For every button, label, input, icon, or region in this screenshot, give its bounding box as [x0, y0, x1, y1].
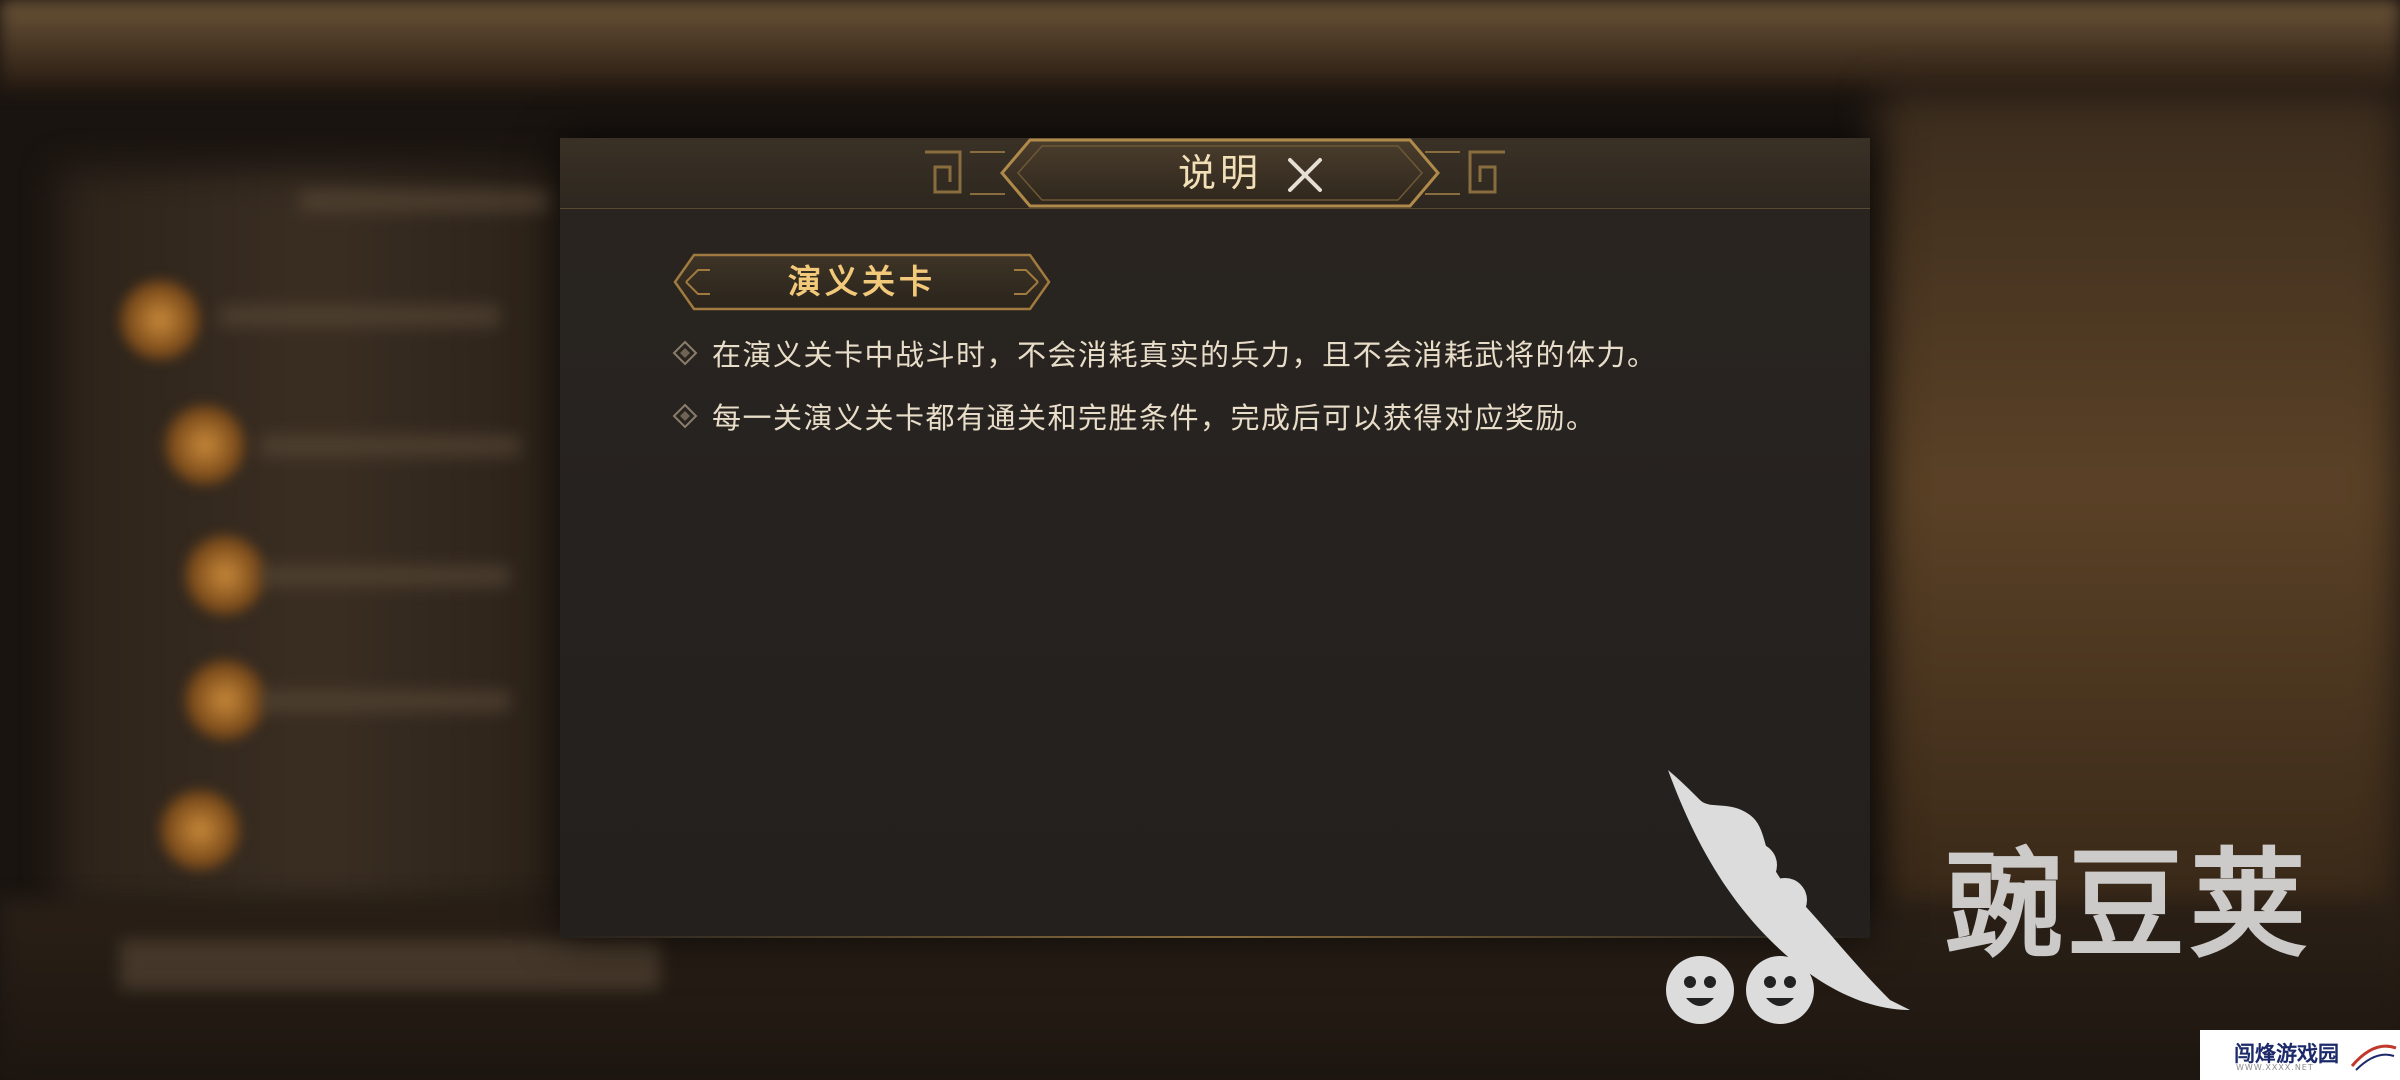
list-item: 每一关演义关卡都有通关和完胜条件，完成后可以获得对应奖励。	[672, 396, 1597, 436]
site-badge-swoosh-icon	[2350, 1044, 2397, 1071]
site-badge-subtext: WWW.XXXX.NET	[2236, 1063, 2314, 1072]
list-item-text: 在演义关卡中战斗时，不会消耗真实的兵力，且不会消耗武将的体力。	[712, 338, 1658, 372]
right-ornament-icon	[1425, 150, 1505, 195]
close-button[interactable]	[1280, 150, 1330, 200]
background-text-bar	[300, 190, 550, 212]
background-orb-icon	[165, 405, 245, 485]
section-title: 演义关卡	[788, 262, 936, 301]
diamond-bullet-icon	[672, 403, 698, 429]
background-text-bar	[220, 305, 500, 327]
dialog-header: 说明	[560, 138, 1870, 209]
background-text-bar	[120, 940, 660, 990]
close-icon	[1288, 158, 1322, 192]
list-item-text: 每一关演义关卡都有通关和完胜条件，完成后可以获得对应奖励。	[712, 401, 1597, 435]
background-orb-icon	[185, 660, 265, 740]
background-top-bar	[0, 0, 2400, 90]
background-text-bar	[260, 435, 520, 457]
section-title-tag: 演义关卡	[672, 252, 1052, 312]
site-badge: 闯烽游戏园 WWW.XXXX.NET	[2200, 1030, 2400, 1080]
background-orb-icon	[160, 790, 240, 870]
wandoujia-brand-text: 豌豆荚	[1945, 836, 2312, 974]
background-text-bar	[260, 690, 510, 712]
background-orb-icon	[185, 535, 265, 615]
background-left-panel	[60, 170, 580, 910]
diamond-bullet-icon	[672, 340, 698, 366]
background-orb-icon	[120, 280, 200, 360]
left-ornament-icon	[925, 150, 1005, 195]
list-item: 在演义关卡中战斗时，不会消耗真实的兵力，且不会消耗武将的体力。	[672, 333, 1658, 373]
background-text-bar	[260, 565, 510, 587]
title-plate: 说明	[1000, 138, 1440, 208]
dialog-title: 说明	[1177, 151, 1262, 195]
wandoujia-logo-icon	[1666, 770, 1910, 1024]
